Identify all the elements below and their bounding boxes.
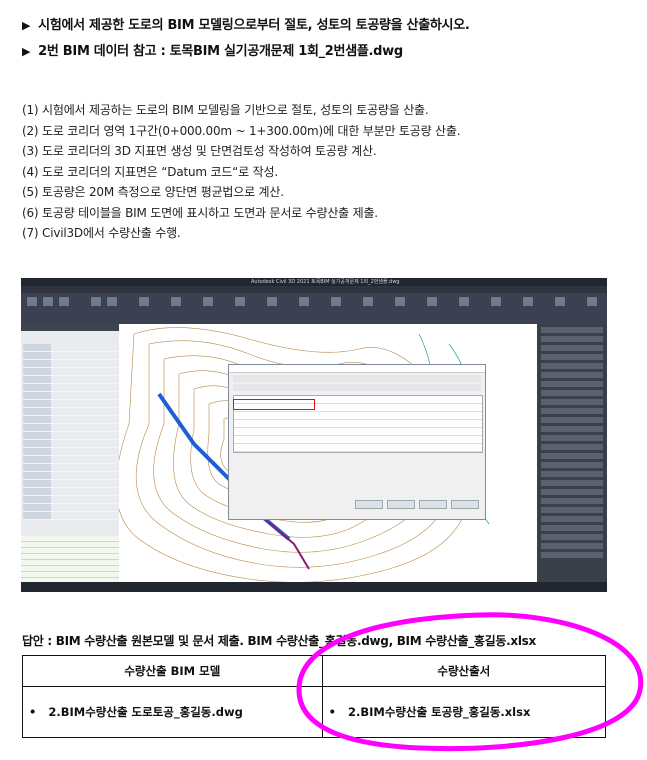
- table-header: 수량산출서: [321, 655, 607, 687]
- ribbon: Autodesk Civil 3D 2021 토목BIM 실기공개문제 1회_2…: [21, 278, 607, 324]
- requirements-list: (1) 시험에서 제공하는 도로의 BIM 모델링을 기반으로 절토, 성토의 …: [22, 100, 461, 244]
- status-bar: [21, 582, 607, 592]
- quantity-dialog: [228, 364, 486, 520]
- list-item: (1) 시험에서 제공하는 도로의 BIM 모델링을 기반으로 절토, 성토의 …: [22, 103, 429, 117]
- bullet-icon: •: [328, 705, 336, 719]
- triangle-bullet-icon: ▶: [22, 45, 31, 58]
- ribbon-tools: [21, 293, 607, 321]
- properties-panel: [537, 324, 607, 582]
- heading-reference: ▶ 2번 BIM 데이터 참고 : 토목BIM 실기공개문제 1회_2번샘플.dw…: [22, 44, 403, 59]
- toolspace-panel: [21, 324, 119, 584]
- civil3d-screenshot: Autodesk Civil 3D 2021 토목BIM 실기공개문제 1회_2…: [21, 278, 607, 592]
- heading-task: ▶ 시험에서 제공한 도로의 BIM 모델링으로부터 절토, 성토의 토공량을 산…: [22, 18, 470, 33]
- table-header: 수량산출 BIM 모델: [22, 655, 323, 687]
- list-item: (4) 도로 코리더의 지표면은 “Datum 코드“로 작성.: [22, 164, 278, 179]
- list-item: (5) 토공량은 20M 측정으로 양단면 평균법으로 계산.: [22, 185, 284, 199]
- list-item: (2) 도로 코리더 영역 1구간(0+000.00m ~ 1+300.00m)…: [22, 123, 461, 138]
- list-item: (6) 토공량 테이블을 BIM 도면에 표시하고 도면과 문서로 수량산출 제…: [22, 205, 378, 220]
- table-cell: • 2.BIM수량산출 토공량_홍길동.xlsx: [321, 686, 607, 738]
- list-item: (3) 도로 코리더의 3D 지표면 생성 및 단면검토성 작성하여 토공량 계…: [22, 144, 377, 158]
- menu-bar: [21, 286, 607, 293]
- table-cell: • 2.BIM수량산출 도로토공_홍길동.dwg: [22, 686, 323, 738]
- title-bar: Autodesk Civil 3D 2021 토목BIM 실기공개문제 1회_2…: [21, 278, 607, 286]
- answer-line: 답안 : BIM 수량산출 원본모델 및 문서 제출. BIM 수량산출_홍길동…: [22, 634, 536, 648]
- bullet-icon: •: [29, 705, 37, 719]
- triangle-bullet-icon: ▶: [22, 19, 31, 32]
- list-item: (7) Civil3D에서 수량산출 수행.: [22, 226, 181, 240]
- submission-table: 수량산출 BIM 모델 수량산출서 • 2.BIM수량산출 도로토공_홍길동.dw…: [22, 655, 607, 738]
- selected-row-highlight: [233, 399, 315, 410]
